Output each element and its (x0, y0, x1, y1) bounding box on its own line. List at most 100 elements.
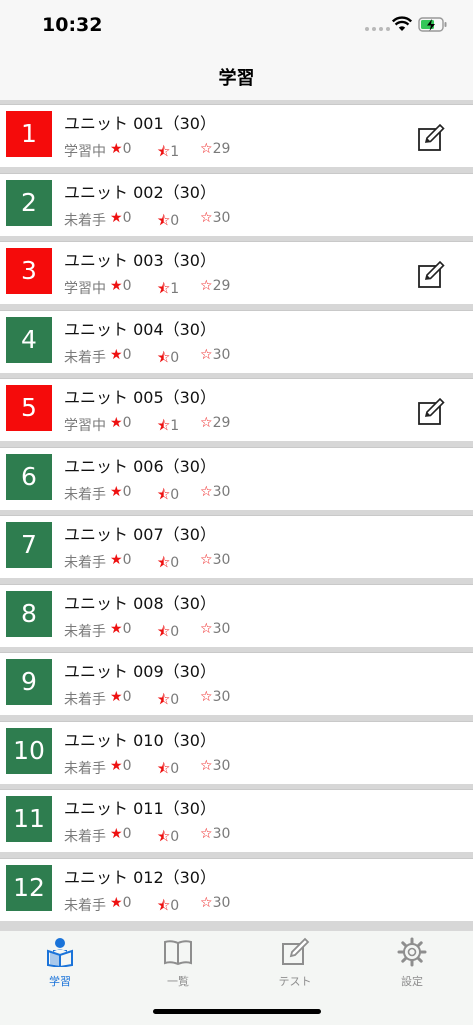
unlearned-count-value: 30 (212, 826, 231, 842)
learning-count-value: 0 (170, 349, 180, 366)
edit-icon[interactable] (416, 397, 446, 427)
learning-count: ⯪1 (157, 278, 179, 302)
status-time: 10:32 (42, 14, 103, 36)
tab-list[interactable]: 一覧 (128, 937, 228, 989)
edit-icon[interactable] (416, 123, 446, 153)
unlearned-count: ☆30 (200, 210, 230, 226)
tab-label: テスト (278, 975, 312, 988)
unit-list[interactable]: 1 ユニット 001（30） 学習中 ★0 ⯪1 ☆29 2 ユニット 002（30） 未着手… (0, 100, 473, 930)
mastered-count-value: 0 (122, 346, 132, 363)
unlearned-count-value: 30 (212, 620, 231, 637)
unit-number-badge: 10 (6, 727, 52, 774)
edit-icon[interactable] (416, 260, 446, 290)
star-empty-icon: ☆ (200, 689, 213, 705)
learning-count-value: 1 (170, 144, 180, 160)
star-half-icon: ⯪ (157, 418, 171, 434)
mastered-count-value: 0 (122, 552, 132, 568)
unit-row[interactable]: 3 ユニット 003（30） 学習中 ★0 ⯪1 ☆29 (0, 241, 473, 304)
star-filled-icon: ★ (110, 346, 123, 363)
unlearned-count: ☆30 (200, 758, 230, 774)
star-empty-icon: ☆ (200, 209, 213, 226)
cellular-signal-icon (365, 27, 390, 31)
tab-study[interactable]: 学習 (10, 937, 110, 989)
unit-row[interactable]: 2 ユニット 002（30） 未着手 ★0 ⯪0 ☆30 (0, 172, 473, 236)
unit-title: ユニット 010（30） (64, 730, 216, 750)
star-filled-icon: ★ (110, 209, 123, 226)
star-filled-icon: ★ (110, 620, 123, 637)
tab-label: 設定 (401, 975, 423, 988)
unlearned-count: ☆30 (200, 826, 230, 842)
unit-row[interactable]: 12 ユニット 012（30） 未着手 ★0 ⯪0 ☆30 (0, 857, 473, 921)
learning-count: ⯪0 (157, 484, 179, 508)
mastered-count: ★0 (110, 278, 131, 294)
star-half-icon: ⯪ (157, 623, 171, 640)
unlearned-count: ☆30 (200, 347, 230, 363)
star-empty-icon: ☆ (200, 483, 213, 500)
learning-count: ⯪0 (157, 552, 179, 576)
mastered-count-value: 0 (122, 689, 132, 705)
unit-row[interactable]: 9 ユニット 009（30） 未着手 ★0 ⯪0 ☆30 (0, 652, 473, 715)
unit-row[interactable]: 8 ユニット 008（30） 未着手 ★0 ⯪0 ☆30 (0, 583, 473, 647)
learning-count-value: 1 (170, 418, 180, 434)
unlearned-count-value: 29 (212, 415, 231, 431)
star-filled-icon: ★ (110, 757, 123, 774)
unit-number-badge: 1 (6, 111, 52, 157)
unlearned-count: ☆30 (200, 895, 230, 911)
unit-number-badge: 3 (6, 248, 52, 294)
learning-count-value: 0 (170, 760, 180, 777)
star-half-icon: ⯪ (157, 144, 171, 160)
tab-label: 一覧 (167, 975, 189, 988)
unit-number-badge: 8 (6, 590, 52, 637)
unit-status: 未着手 (64, 555, 106, 571)
unit-title: ユニット 002（30） (64, 182, 216, 202)
learning-count: ⯪1 (157, 415, 179, 439)
star-empty-icon: ☆ (200, 826, 213, 842)
learning-count: ⯪0 (157, 210, 179, 234)
star-filled-icon: ★ (110, 826, 123, 842)
unit-number-badge: 4 (6, 316, 52, 363)
unlearned-count: ☆29 (200, 415, 230, 431)
unlearned-count-value: 30 (212, 483, 231, 500)
unit-row[interactable]: 1 ユニット 001（30） 学習中 ★0 ⯪1 ☆29 (0, 104, 473, 167)
learning-count-value: 0 (170, 486, 180, 503)
mastered-count: ★0 (110, 689, 131, 705)
star-half-icon: ⯪ (157, 897, 171, 914)
unit-row[interactable]: 5 ユニット 005（30） 学習中 ★0 ⯪1 ☆29 (0, 378, 473, 441)
unit-row[interactable]: 4 ユニット 004（30） 未着手 ★0 ⯪0 ☆30 (0, 309, 473, 373)
unit-number-badge: 6 (6, 453, 52, 500)
learning-count: ⯪0 (157, 895, 179, 919)
tab-test[interactable]: テスト (245, 937, 345, 989)
unlearned-count-value: 30 (212, 346, 231, 363)
tab-settings[interactable]: 設定 (362, 937, 462, 989)
star-filled-icon: ★ (110, 483, 123, 500)
star-empty-icon: ☆ (200, 346, 213, 363)
star-half-icon: ⯪ (157, 692, 171, 708)
battery-charging-icon (418, 17, 447, 32)
unit-row[interactable]: 11 ユニット 011（30） 未着手 ★0 ⯪0 ☆30 (0, 789, 473, 852)
star-empty-icon: ☆ (200, 278, 213, 294)
unit-number-badge: 12 (6, 864, 52, 911)
unit-row[interactable]: 10 ユニット 010（30） 未着手 ★0 ⯪0 ☆30 (0, 720, 473, 784)
wifi-icon (392, 16, 412, 31)
tab-label: 学習 (49, 975, 71, 988)
unlearned-count-value: 30 (212, 552, 231, 568)
unlearned-count-value: 30 (212, 689, 231, 705)
unit-title: ユニット 012（30） (64, 867, 216, 887)
unit-status: 未着手 (64, 349, 106, 366)
learning-count-value: 0 (170, 897, 180, 914)
unlearned-count-value: 29 (212, 278, 231, 294)
unlearned-count-value: 30 (212, 894, 231, 911)
unit-row[interactable]: 6 ユニット 006（30） 未着手 ★0 ⯪0 ☆30 (0, 446, 473, 510)
unit-title: ユニット 011（30） (64, 799, 216, 818)
unlearned-count: ☆30 (200, 621, 230, 637)
unlearned-count: ☆30 (200, 484, 230, 500)
unit-status: 学習中 (64, 281, 106, 297)
unit-row[interactable]: 7 ユニット 007（30） 未着手 ★0 ⯪0 ☆30 (0, 515, 473, 578)
star-empty-icon: ☆ (200, 620, 213, 637)
page-title: 学習 (218, 68, 255, 89)
mastered-count: ★0 (110, 826, 131, 842)
unit-status: 未着手 (64, 623, 106, 640)
star-filled-icon: ★ (110, 689, 123, 705)
learning-count: ⯪0 (157, 347, 179, 371)
mastered-count: ★0 (110, 552, 131, 568)
